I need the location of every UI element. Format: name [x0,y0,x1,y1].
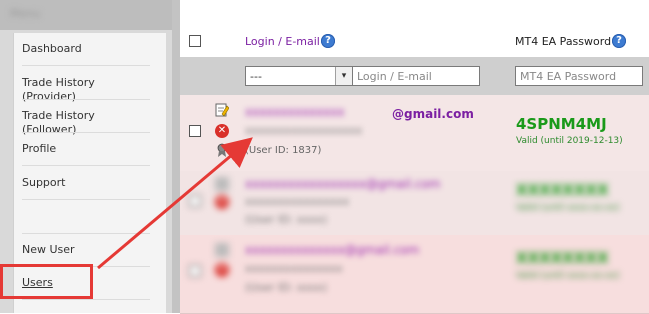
select-all-checkbox[interactable] [189,35,201,47]
column-header-login[interactable]: Login / E-mail [245,35,320,48]
delete-icon[interactable]: ✕ [215,124,229,138]
password-filter-input[interactable]: MT4 EA Password [515,66,643,86]
divider [22,65,150,66]
filter-row: --- ▾ Login / E-mail MT4 EA Password [180,57,649,95]
user-name-hidden: xxxxxxxxxxxxxxxx [245,195,350,208]
users-table: Login / E-mail ? MT4 EA Password ? --- ▾… [180,0,649,314]
table-header: Login / E-mail ? MT4 EA Password ? [180,0,649,58]
divider [22,199,150,200]
help-icon[interactable]: ? [321,34,335,48]
ea-password-hidden: XXXXXXXX [516,249,609,267]
column-header-password[interactable]: MT4 EA Password [515,35,611,48]
edit-icon[interactable] [215,243,229,257]
user-id: (User ID: 1837) [245,145,322,156]
divider [22,299,150,300]
validity-status-hidden: Valid (until xxxx-xx-xx) [516,203,620,213]
validity-status: Valid (until 2019-12-13) [516,136,623,146]
sidebar: Menu Dashboard Trade History (Provider) … [0,0,172,313]
table-row: ✕ xxxxxxxxxxxxxx@gmail.com xxxxxxxxxxxxx… [180,235,649,314]
email-domain: @gmail.com [392,107,474,121]
delete-icon[interactable]: ✕ [215,195,229,209]
ea-password-hidden: XXXXXXXX [516,181,609,199]
login-filter-select[interactable]: --- ▾ [245,66,353,86]
email-hidden: xxxxxxxxxxxxxx [245,105,345,119]
divider [22,132,150,133]
sidebar-item-new-user[interactable]: New User [22,243,150,257]
user-id-hidden: (User ID: xxxx) [245,281,328,294]
row-checkbox[interactable] [189,265,201,277]
table-row: ✕ xxxxxxxxxxxxxx @gmail.com xxxxxxxxxxxx… [180,95,649,172]
panel-divider[interactable] [172,0,180,313]
email-hidden: xxxxxxxxxxxxxxxxx@gmail.com [245,177,441,191]
chevron-down-icon[interactable]: ▾ [335,67,352,85]
sidebar-item-profile[interactable]: Profile [22,142,150,156]
award-icon[interactable] [216,143,228,157]
sidebar-header: Menu [0,0,172,30]
row-checkbox[interactable] [189,195,201,207]
divider [22,99,150,100]
user-name-hidden: xxxxxxxxxxxxxxxxxx [245,124,363,137]
users-highlight-box [0,264,93,299]
input-placeholder: MT4 EA Password [520,70,617,83]
validity-status-hidden: Valid (until xxxx-xx-xx) [516,271,620,281]
edit-icon[interactable] [215,177,229,191]
table-row: ✕ xxxxxxxxxxxxxxxxx@gmail.com xxxxxxxxxx… [180,171,649,236]
sidebar-item-dashboard[interactable]: Dashboard [22,42,150,56]
email-hidden: xxxxxxxxxxxxxx@gmail.com [245,243,420,257]
sidebar-title: Menu [10,7,41,20]
sidebar-item-support[interactable]: Support [22,176,150,190]
delete-icon[interactable]: ✕ [215,263,229,277]
login-filter-input[interactable]: Login / E-mail [352,66,480,86]
user-name-hidden: xxxxxxxxxxxxxxx [245,262,343,275]
user-id-hidden: (User ID: xxxx) [245,213,328,226]
divider [22,233,150,234]
divider [22,165,150,166]
select-value: --- [250,70,262,83]
edit-icon[interactable] [215,103,229,117]
input-placeholder: Login / E-mail [357,70,432,83]
help-icon[interactable]: ? [612,34,626,48]
row-checkbox[interactable] [189,125,201,137]
ea-password: 4SPNM4MJ [516,115,607,133]
